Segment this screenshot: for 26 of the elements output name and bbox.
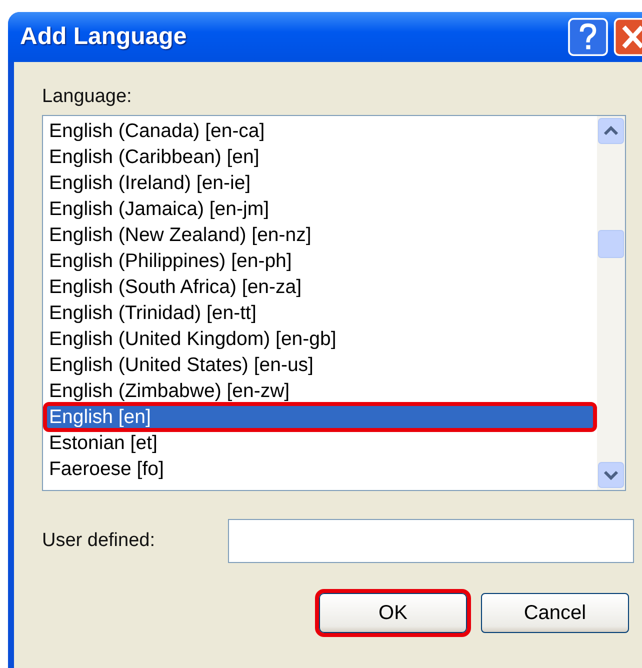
language-item[interactable]: English (New Zealand) [en-nz] (45, 222, 595, 248)
language-item[interactable]: English (Canada) [en-ca] (45, 118, 595, 144)
scroll-down-icon[interactable] (598, 462, 624, 488)
help-icon[interactable] (568, 18, 608, 56)
window-title: Add Language (20, 23, 187, 51)
language-item[interactable]: English (Philippines) [en-ph] (45, 248, 595, 274)
language-label: Language: (42, 86, 133, 108)
language-item[interactable]: English [en] (45, 404, 595, 430)
scroll-thumb[interactable] (598, 230, 624, 258)
language-list[interactable] (42, 115, 626, 491)
language-item[interactable]: English (Jamaica) [en-jm] (45, 196, 595, 222)
user-defined-field[interactable] (228, 519, 634, 563)
language-item[interactable]: English (Zimbabwe) [en-zw] (45, 378, 595, 404)
language-item[interactable]: Faeroese [fo] (45, 456, 595, 482)
close-icon[interactable] (612, 18, 642, 56)
language-item[interactable]: English (Ireland) [en-ie] (45, 170, 595, 196)
language-item[interactable]: English (Caribbean) [en] (45, 144, 595, 170)
cancel-button[interactable]: Cancel (481, 593, 629, 633)
language-item[interactable]: English (Trinidad) [en-tt] (45, 300, 595, 326)
scroll-up-icon[interactable] (598, 118, 624, 144)
scrollbar[interactable] (597, 116, 625, 490)
user-defined-label: User defined: (42, 530, 156, 552)
language-item[interactable]: English (United States) [en-us] (45, 352, 595, 378)
language-item[interactable]: English (South Africa) [en-za] (45, 274, 595, 300)
language-item[interactable]: English (United Kingdom) [en-gb] (45, 326, 595, 352)
language-item[interactable]: Estonian [et] (45, 430, 595, 456)
